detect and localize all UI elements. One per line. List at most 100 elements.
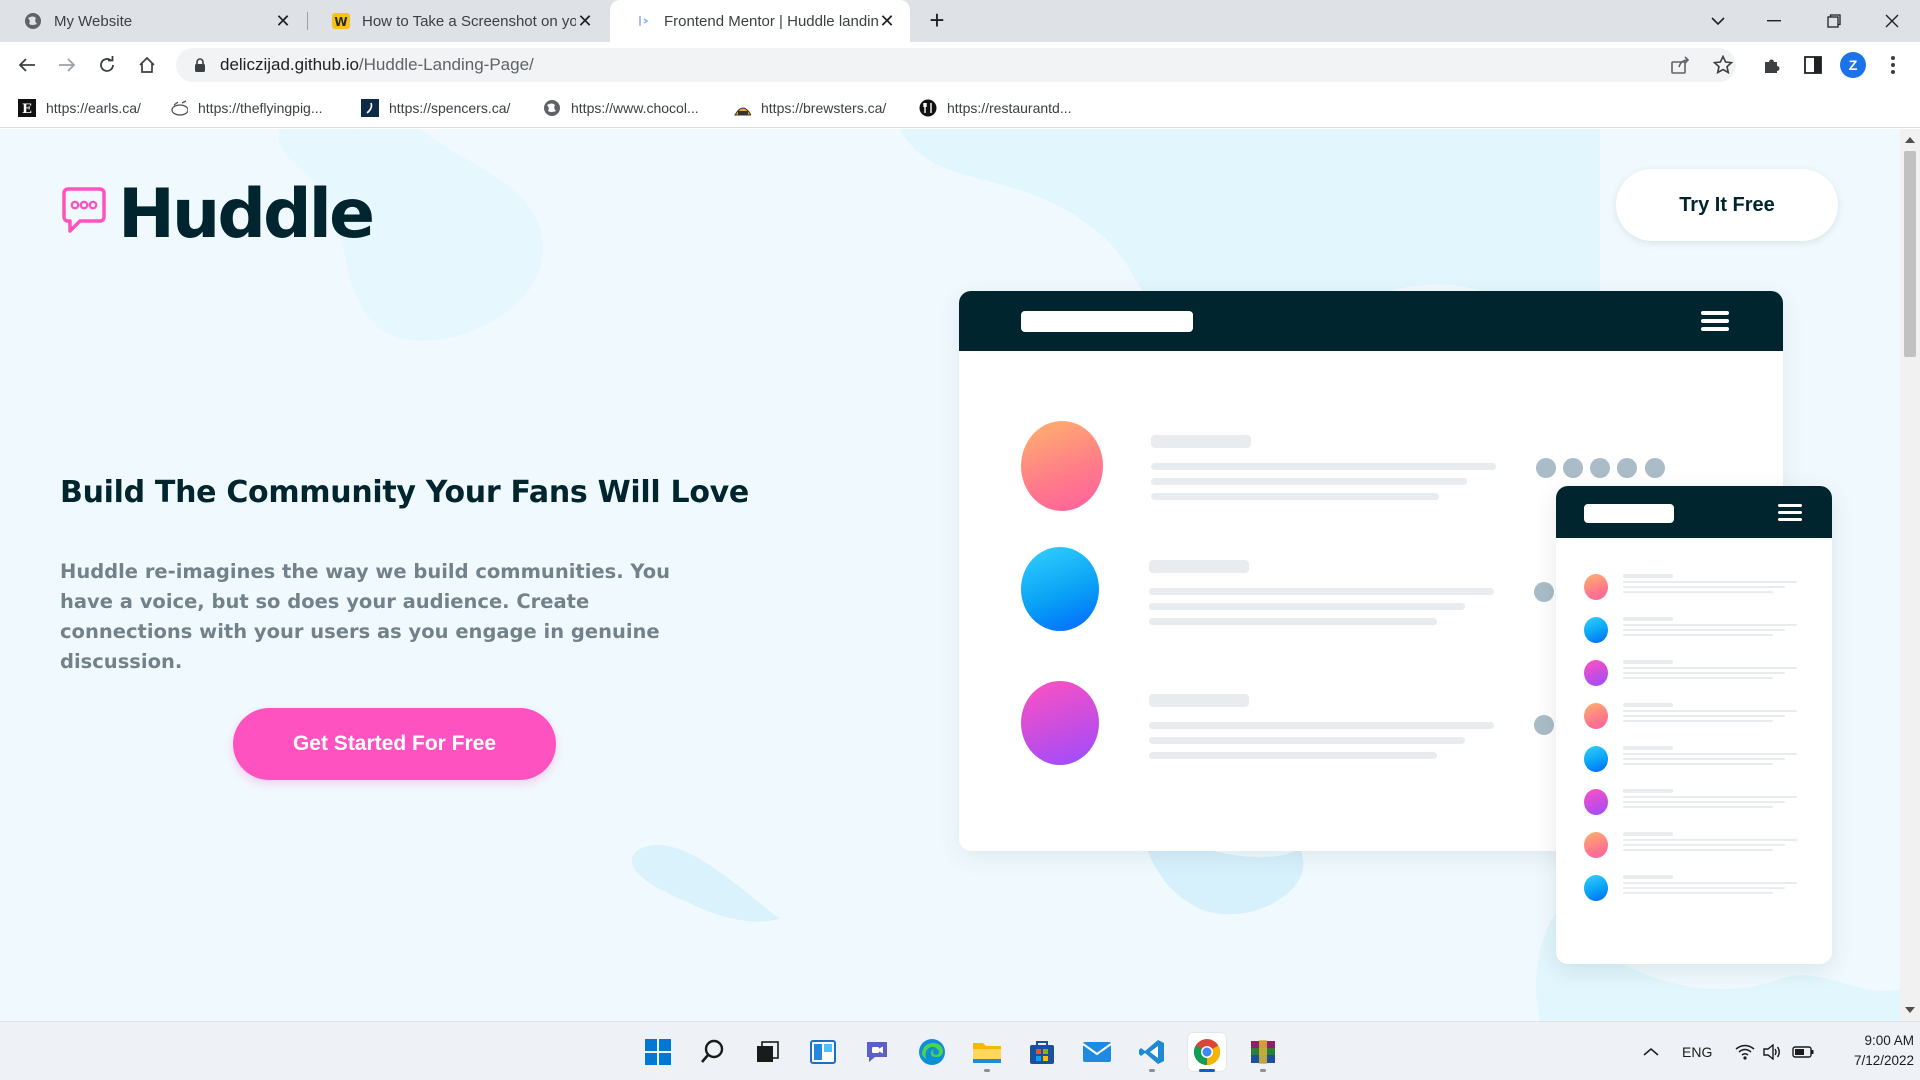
new-tab-button[interactable]: + xyxy=(922,6,952,36)
placeholder-line xyxy=(1623,839,1797,841)
chrome-icon[interactable] xyxy=(1187,1032,1227,1072)
forward-button[interactable] xyxy=(52,50,82,80)
start-icon[interactable] xyxy=(638,1032,678,1072)
bookmark-earls[interactable]: E https://earls.ca/ xyxy=(18,96,141,120)
placeholder-line xyxy=(1151,463,1496,470)
store-icon[interactable] xyxy=(1022,1032,1062,1072)
show-hidden-icons-button[interactable] xyxy=(1642,1022,1660,1080)
placeholder-line xyxy=(1149,722,1494,729)
placeholder-line xyxy=(1623,746,1673,750)
windows-taskbar: ENG 9:00 AM 7/12/2022 xyxy=(0,1021,1920,1080)
placeholder-line xyxy=(1623,617,1673,621)
extensions-icon[interactable] xyxy=(1759,52,1785,78)
side-panel-icon[interactable] xyxy=(1800,52,1826,78)
mockup-title-pill xyxy=(1021,311,1193,332)
arrow-left-icon xyxy=(18,58,35,72)
placeholder-line xyxy=(1623,591,1773,593)
tab-title: Frontend Mentor | Huddle landing xyxy=(664,12,878,30)
system-clock[interactable]: 9:00 AM 7/12/2022 xyxy=(1820,1031,1914,1071)
file-explorer-icon[interactable] xyxy=(967,1032,1007,1072)
wikihow-icon: W xyxy=(332,12,350,30)
volume-icon[interactable] xyxy=(1762,1022,1782,1080)
close-window-button[interactable] xyxy=(1864,0,1920,42)
task-view-icon[interactable] xyxy=(747,1032,787,1072)
placeholder-line xyxy=(1623,710,1797,712)
browser-toolbar: deliczijad.github.io/Huddle-Landing-Page… xyxy=(0,42,1920,88)
widgets-icon[interactable] xyxy=(803,1032,843,1072)
placeholder-line xyxy=(1623,624,1797,626)
dot xyxy=(1534,582,1554,602)
tab-how-to-screenshot[interactable]: W How to Take a Screenshot on your ✕ xyxy=(308,0,608,42)
tab-title: My Website xyxy=(54,12,133,30)
home-button[interactable] xyxy=(132,50,162,80)
hamburger-icon xyxy=(1701,311,1729,331)
bookmark-spencers[interactable]: https://spencers.ca/ xyxy=(361,96,510,120)
get-started-button[interactable]: Get Started For Free xyxy=(233,708,556,780)
placeholder-line xyxy=(1623,581,1797,583)
placeholder-line xyxy=(1149,618,1437,625)
avatar-circle xyxy=(1584,746,1608,772)
close-icon[interactable]: ✕ xyxy=(878,11,896,32)
language-indicator[interactable]: ENG xyxy=(1682,1022,1712,1080)
chat-bubble-icon xyxy=(62,186,106,233)
address-bar[interactable]: deliczijad.github.io/Huddle-Landing-Page… xyxy=(176,48,1736,82)
placeholder-line xyxy=(1623,634,1773,636)
search-icon[interactable] xyxy=(693,1032,733,1072)
winrar-icon[interactable] xyxy=(1243,1032,1283,1072)
placeholder-line xyxy=(1623,720,1773,722)
edge-icon[interactable] xyxy=(912,1032,952,1072)
profile-avatar[interactable]: Z xyxy=(1840,52,1866,78)
teams-chat-icon[interactable] xyxy=(857,1032,897,1072)
mockup-header-bar xyxy=(959,291,1783,351)
dot xyxy=(1590,458,1610,478)
scroll-down-arrow-icon[interactable] xyxy=(1905,1007,1915,1013)
scrollbar-thumb[interactable] xyxy=(1904,151,1916,357)
hamburger-icon xyxy=(1778,504,1802,524)
try-it-free-button[interactable]: Try It Free xyxy=(1616,169,1838,241)
clock-time: 9:00 AM xyxy=(1864,1033,1914,1048)
placeholder-line xyxy=(1151,478,1467,485)
bookmark-brewsters[interactable]: https://brewsters.ca/ xyxy=(733,96,886,120)
vscode-icon[interactable] xyxy=(1132,1032,1172,1072)
battery-icon[interactable] xyxy=(1792,1022,1814,1080)
globe-icon xyxy=(543,99,561,117)
scroll-up-arrow-icon[interactable] xyxy=(1905,137,1915,143)
brewsters-icon xyxy=(733,99,751,117)
placeholder-line xyxy=(1623,758,1785,760)
bookmark-chocol[interactable]: https://www.chocol... xyxy=(543,96,699,120)
placeholder-line xyxy=(1623,892,1773,894)
close-icon[interactable]: ✕ xyxy=(576,11,594,32)
bookmark-flying-pig[interactable]: https://theflyingpig... xyxy=(170,96,323,120)
placeholder-line xyxy=(1623,801,1785,803)
placeholder-line xyxy=(1149,560,1249,573)
avatar-circle xyxy=(1584,660,1608,686)
bookmark-restaurant[interactable]: https://restaurantd... xyxy=(919,96,1072,120)
menu-kebab-icon[interactable] xyxy=(1880,52,1906,78)
globe-icon xyxy=(24,12,42,30)
bookmark-label: https://restaurantd... xyxy=(947,100,1072,116)
tab-search-button[interactable] xyxy=(1690,0,1746,42)
mobile-mockup-illustration xyxy=(1556,486,1832,964)
restore-button[interactable] xyxy=(1806,0,1862,42)
huddle-logo[interactable]: Huddle xyxy=(60,175,375,254)
tab-frontend-mentor[interactable]: Frontend Mentor | Huddle landing ✕ xyxy=(610,0,910,42)
tab-title: How to Take a Screenshot on your xyxy=(362,12,576,30)
tab-my-website[interactable]: My Website ✕ xyxy=(0,0,306,42)
wifi-icon[interactable] xyxy=(1735,1022,1755,1080)
placeholder-line xyxy=(1623,789,1673,793)
placeholder-line xyxy=(1623,715,1785,717)
reload-button[interactable] xyxy=(92,50,122,80)
avatar-circle xyxy=(1021,547,1099,631)
placeholder-line xyxy=(1151,493,1439,500)
reload-icon xyxy=(100,56,114,72)
placeholder-line xyxy=(1623,677,1773,679)
back-button[interactable] xyxy=(12,50,42,80)
lock-icon xyxy=(195,57,205,72)
share-icon[interactable] xyxy=(1668,52,1694,78)
star-icon[interactable] xyxy=(1710,52,1736,78)
page-scrollbar[interactable] xyxy=(1900,129,1920,1021)
mail-icon[interactable] xyxy=(1077,1032,1117,1072)
minimize-button[interactable] xyxy=(1746,0,1802,42)
close-icon[interactable]: ✕ xyxy=(274,11,292,32)
bookmark-label: https://brewsters.ca/ xyxy=(761,100,887,116)
